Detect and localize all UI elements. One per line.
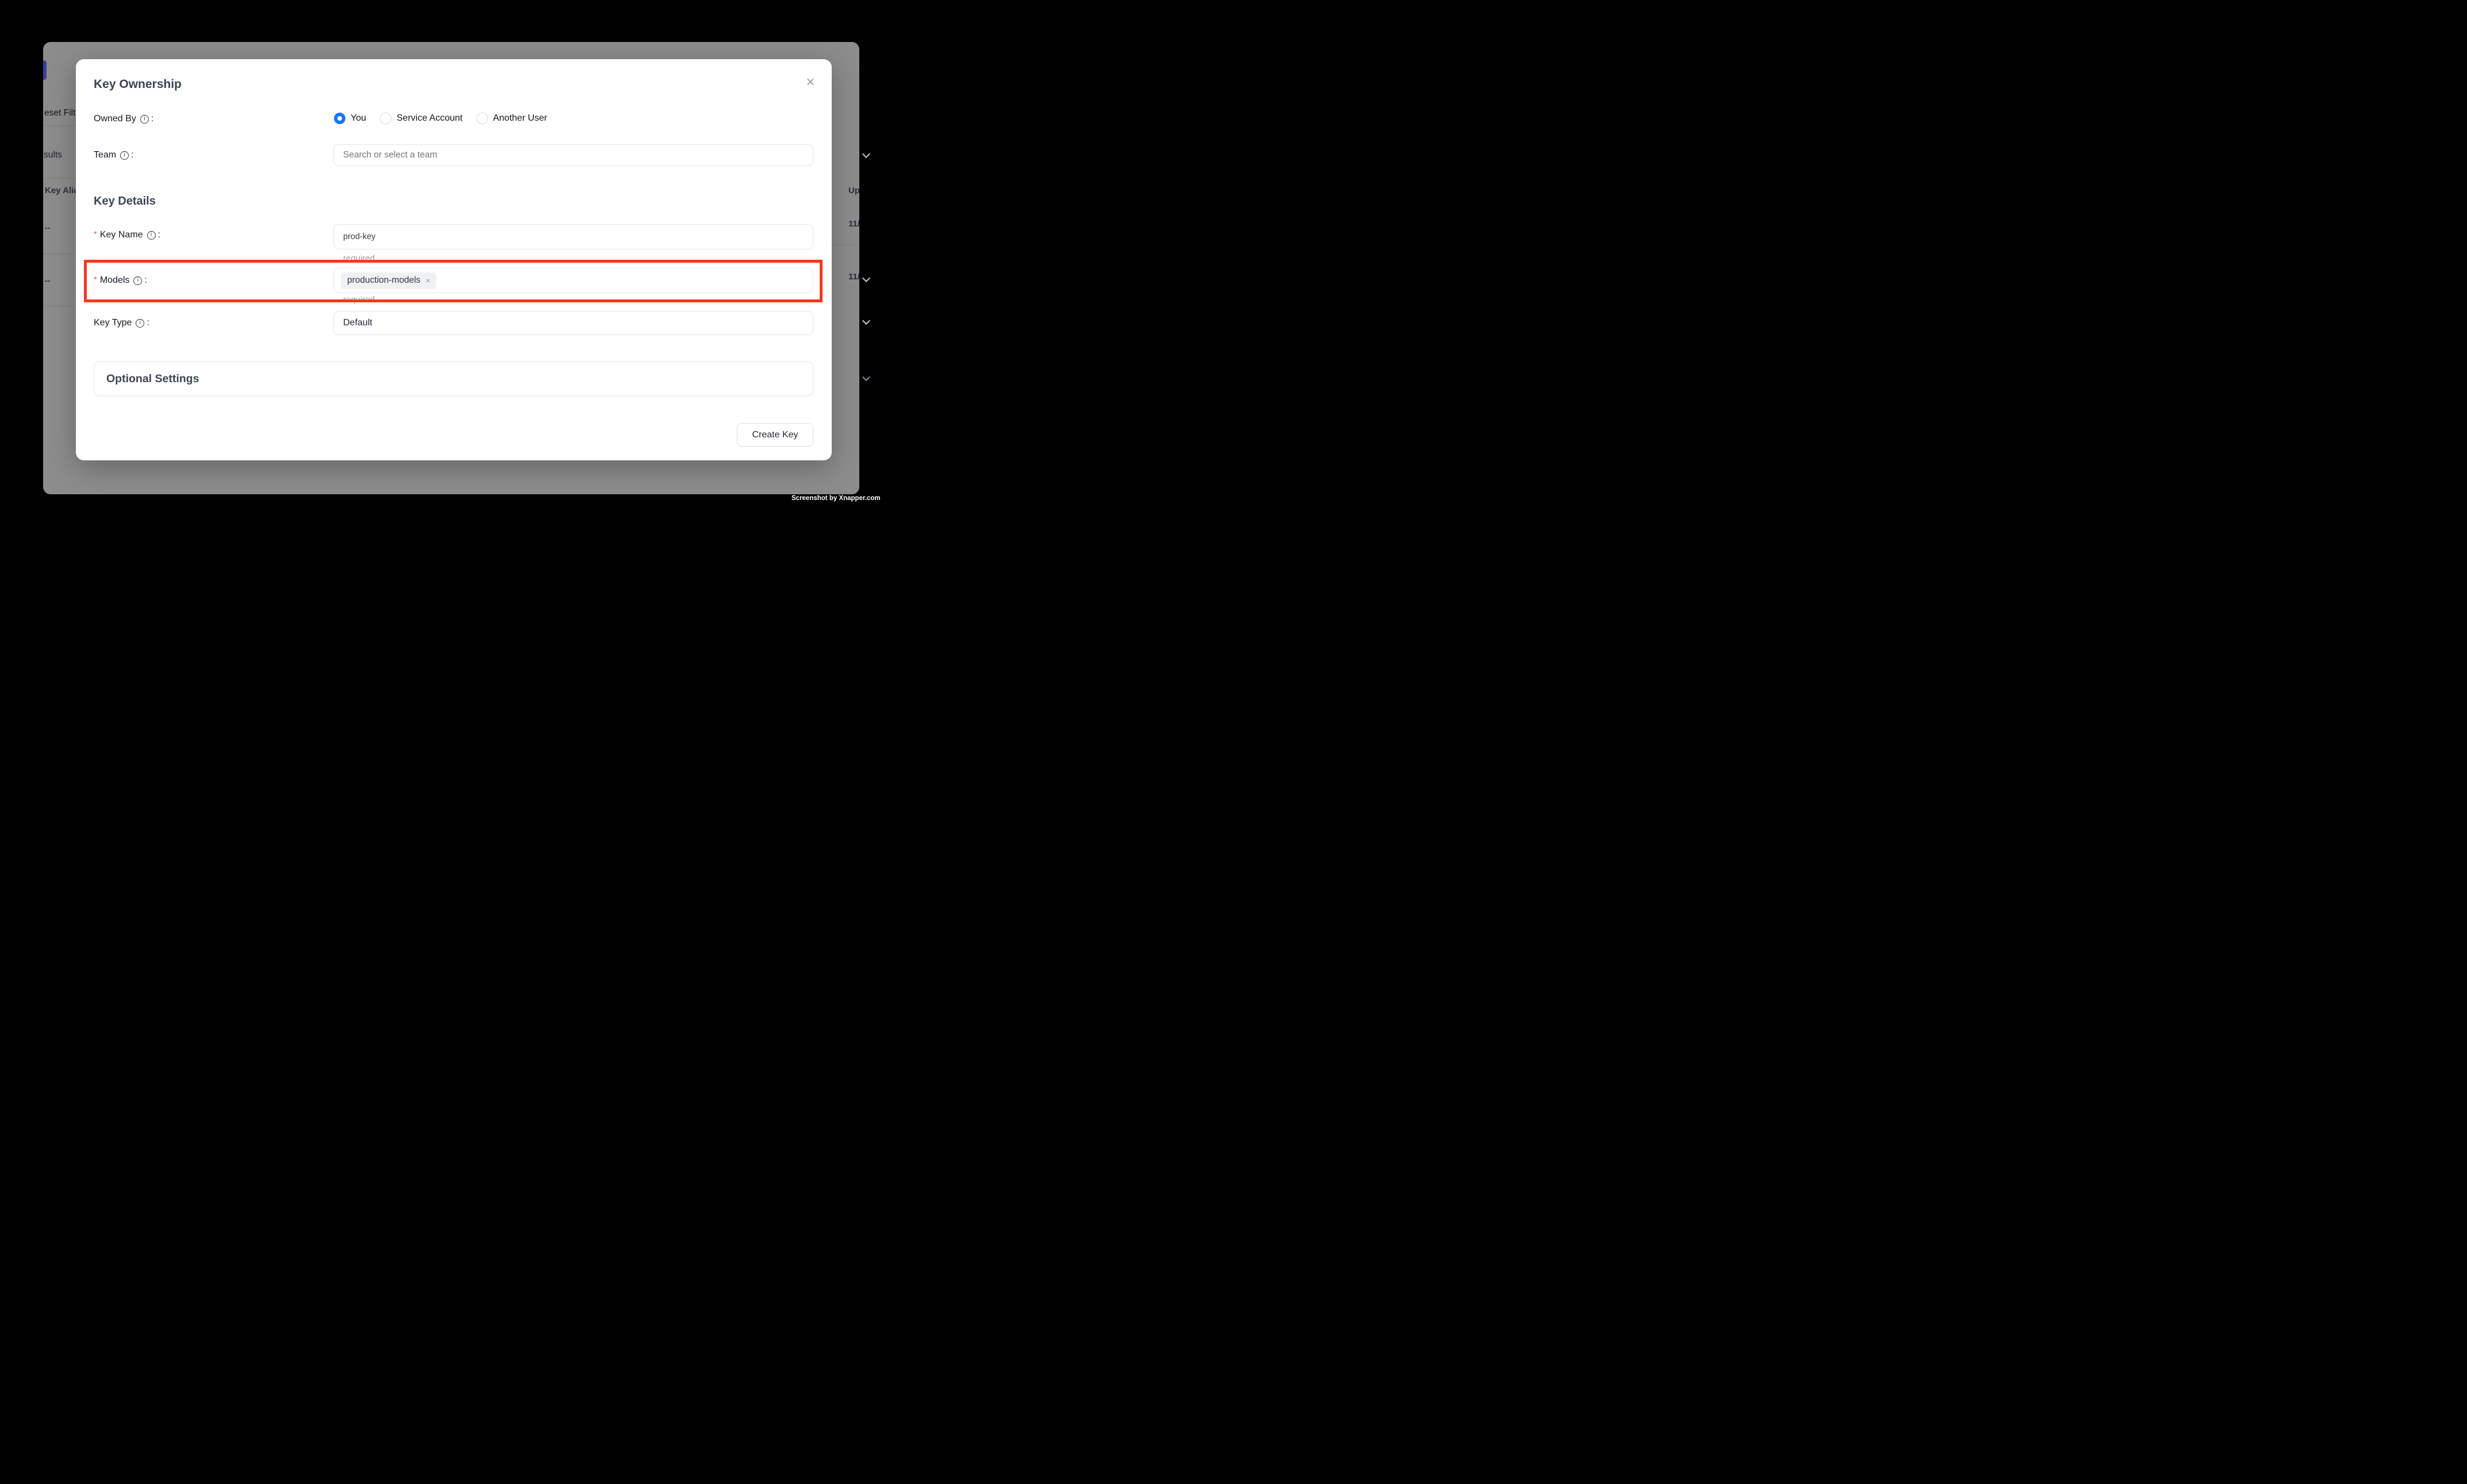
label-colon: :	[131, 150, 133, 160]
info-icon: i	[120, 151, 129, 160]
team-select[interactable]	[333, 144, 813, 166]
toolbar-divider	[43, 125, 78, 126]
radio-label: You	[351, 113, 366, 124]
remove-tag-icon[interactable]: ×	[426, 276, 431, 285]
optional-settings-panel[interactable]: Optional Settings	[94, 362, 813, 396]
radio-option-you[interactable]: You	[334, 113, 366, 124]
key-alias-column-header-partial: Key Alia	[45, 186, 79, 195]
table-cell-date-partial: 11/	[848, 219, 859, 229]
selected-model-tag[interactable]: production-models ×	[341, 272, 436, 289]
owned-by-label-row: Owned By i :	[94, 114, 153, 124]
models-label-row: * Models i :	[94, 275, 147, 286]
label-colon: :	[144, 275, 147, 286]
required-asterisk: *	[94, 275, 97, 285]
create-key-button[interactable]: Create Key	[737, 423, 813, 447]
models-label: Models	[100, 275, 130, 286]
create-key-modal: Key Ownership × Owned By i : You Service…	[76, 59, 832, 460]
key-type-label-row: Key Type i :	[94, 318, 149, 328]
info-icon: i	[133, 276, 142, 285]
key-name-field[interactable]	[333, 224, 813, 249]
info-icon: i	[140, 115, 149, 124]
chevron-down-icon	[862, 317, 870, 325]
radio-unselected-icon[interactable]	[380, 113, 391, 124]
info-icon: i	[147, 231, 156, 240]
reset-filters-partial-text: eset Filt	[44, 108, 75, 118]
owned-by-radio-group: You Service Account Another User	[334, 113, 561, 124]
results-partial-text: sults	[44, 150, 62, 160]
radio-unselected-icon[interactable]	[477, 113, 488, 124]
screenshot-stage: eset Filt sults Key Alia -- -- Up 11/ 11…	[0, 0, 901, 542]
owned-by-label: Owned By	[94, 114, 136, 124]
key-details-section-title: Key Details	[94, 195, 156, 208]
xnapper-watermark: Screenshot by Xnapper.com	[791, 495, 881, 502]
radio-option-service-account[interactable]: Service Account	[380, 113, 463, 124]
radio-option-another-user[interactable]: Another User	[477, 113, 547, 124]
table-cell-date-partial: 11/	[848, 272, 859, 282]
radio-label: Service Account	[397, 113, 463, 124]
team-label-row: Team i :	[94, 150, 134, 160]
updated-column-header-partial: Up	[848, 186, 859, 195]
label-colon: :	[147, 318, 149, 328]
key-type-value: Default	[343, 318, 372, 328]
table-row-divider	[43, 253, 78, 254]
radio-selected-icon[interactable]	[334, 113, 345, 124]
chevron-down-icon	[862, 274, 870, 282]
key-type-select[interactable]: Default	[333, 311, 813, 335]
team-label: Team	[94, 150, 116, 160]
models-multiselect[interactable]: production-models ×	[333, 268, 813, 293]
info-icon: i	[136, 319, 144, 328]
key-name-label: Key Name	[100, 230, 143, 240]
key-name-validation-text: required	[343, 253, 375, 263]
chevron-down-icon	[862, 373, 870, 381]
close-icon[interactable]: ×	[800, 71, 821, 92]
chevron-down-icon	[862, 150, 870, 158]
model-tag-label: production-models	[347, 275, 421, 286]
key-ownership-section-title: Key Ownership	[94, 78, 182, 91]
table-cell-dash: --	[45, 276, 50, 285]
key-name-label-row: * Key Name i :	[94, 230, 160, 240]
table-cell-dash: --	[45, 223, 50, 232]
label-colon: :	[151, 114, 153, 124]
key-type-label: Key Type	[94, 318, 132, 328]
key-name-input[interactable]	[343, 232, 768, 241]
table-header-divider	[43, 178, 78, 179]
team-search-input[interactable]	[343, 150, 768, 160]
optional-settings-title: Optional Settings	[106, 372, 199, 386]
radio-label: Another User	[493, 113, 547, 124]
create-key-button-partial	[43, 60, 47, 80]
label-colon: :	[158, 230, 160, 240]
models-validation-text: required	[343, 295, 375, 305]
required-asterisk: *	[94, 229, 97, 239]
